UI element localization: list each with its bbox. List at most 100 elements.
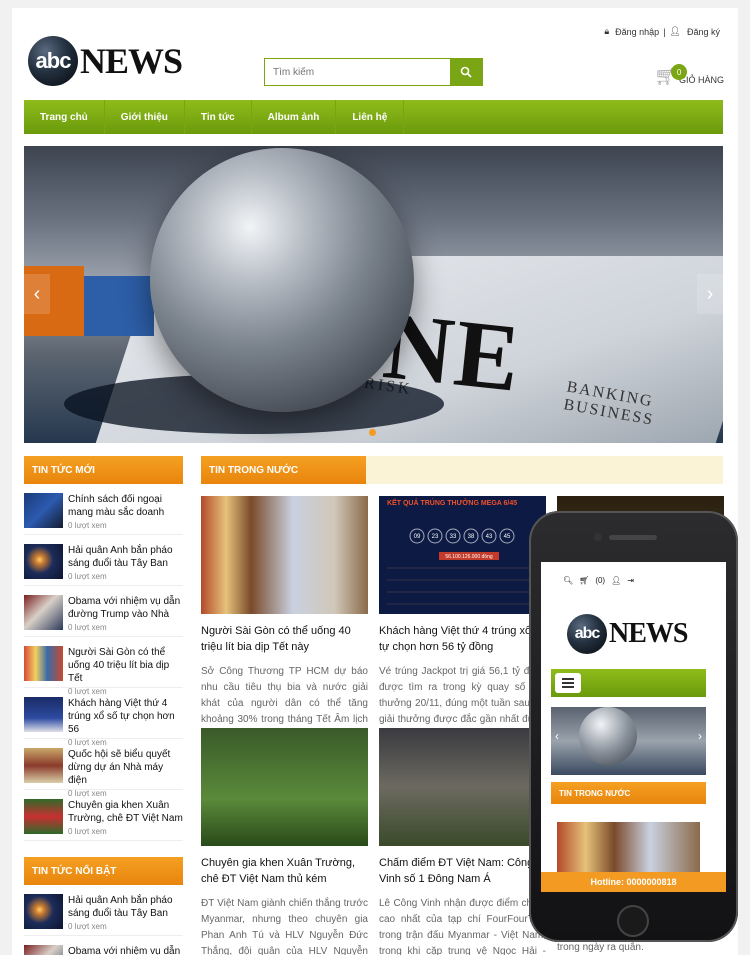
list-item[interactable]: Chuyên gia khen Xuân Trường, chê ĐT Việt…: [24, 799, 183, 841]
news-thumbnail[interactable]: [24, 748, 63, 783]
cart[interactable]: 🛒︎ 0 GIỎ HÀNG: [654, 64, 724, 87]
domestic-news-header-bar: TIN TRONG NƯỚC: [201, 456, 723, 484]
news-card-title[interactable]: Người Sài Gòn có thể uống 40 triệu lít b…: [201, 623, 368, 655]
news-card[interactable]: Chấm điểm ĐT Việt Nam: Công Vinh số 1 Đô…: [379, 728, 546, 955]
news-title[interactable]: Chuyên gia khen Xuân Trường, chê ĐT Việt…: [68, 799, 183, 825]
cart-label: GIỎ HÀNG: [678, 75, 724, 85]
view-count: 0 lượt xem: [68, 789, 107, 798]
slider-prev-button[interactable]: ‹: [24, 274, 50, 314]
user-icon[interactable]: 👤︎: [611, 576, 621, 585]
news-title[interactable]: Hải quân Anh bắn pháo sáng đuổi tàu Tây …: [68, 894, 183, 920]
hamburger-menu-button[interactable]: [555, 673, 581, 693]
news-card[interactable]: Người Sài Gòn có thể uống 40 triệu lít b…: [201, 496, 368, 744]
news-thumbnail[interactable]: [24, 493, 63, 528]
mobile-news-image[interactable]: [557, 822, 700, 872]
list-item[interactable]: Người Sài Gòn có thể uống 40 triệu lít b…: [24, 646, 183, 696]
news-card-title[interactable]: Chấm điểm ĐT Việt Nam: Công Vinh số 1 Đô…: [379, 855, 546, 887]
news-thumbnail[interactable]: [24, 894, 63, 929]
view-count: 0 lượt xem: [68, 922, 107, 931]
view-count: 0 lượt xem: [68, 827, 107, 836]
news-title[interactable]: Người Sài Gòn có thể uống 40 triệu lít b…: [68, 646, 183, 685]
news-title[interactable]: Hải quân Anh bắn pháo sáng đuổi tàu Tây …: [68, 544, 183, 570]
news-card-description: Lê Công Vinh nhận được điểm chấm cao nhấ…: [379, 898, 546, 955]
login-link[interactable]: Đăng nhập: [615, 27, 659, 37]
mobile-nav-bar: [551, 669, 706, 697]
view-count: 0 lượt xem: [68, 572, 107, 581]
add-user-icon: 👤︎: [669, 26, 681, 36]
list-item[interactable]: Obama với nhiệm vụ dẫn đường Trump vào N…: [24, 595, 183, 637]
news-title[interactable]: Quốc hội sẽ biểu quyết dừng dự án Nhà má…: [68, 748, 183, 787]
nav-item-news[interactable]: Tin tức: [185, 100, 252, 134]
site-logo[interactable]: abc NEWS: [28, 36, 183, 86]
news-title[interactable]: Khách hàng Việt thứ 4 trúng xổ số tự chọ…: [68, 697, 183, 736]
nav-item-about[interactable]: Giới thiệu: [105, 100, 185, 134]
search-icon: [460, 66, 472, 78]
logo-ball: abc: [28, 36, 78, 86]
list-item[interactable]: Chính sách đối ngoại mang màu sắc doanh 0…: [24, 493, 183, 535]
view-count: 0 lượt xem: [68, 623, 107, 632]
paper-blue-block: [84, 276, 154, 336]
list-item[interactable]: Hải quân Anh bắn pháo sáng đuổi tàu Tây …: [24, 894, 183, 936]
list-item[interactable]: Quốc hội sẽ biểu quyết dừng dự án Nhà má…: [24, 748, 183, 798]
news-thumbnail[interactable]: [24, 945, 63, 955]
news-title[interactable]: Obama với nhiệm vụ dẫn đường Trump vào N…: [68, 595, 183, 621]
view-count: 0 lượt xem: [68, 521, 107, 530]
search-box: [264, 58, 483, 86]
nav-item-album[interactable]: Album ảnh: [252, 100, 337, 134]
main-nav: Trang chủ Giới thiệu Tin tức Album ảnh L…: [24, 100, 723, 134]
phone-screen: 🔍︎ 🛒︎ (0) 👤︎ ⇥ abc NEWS ‹ › TIN TRONG NƯ…: [541, 562, 726, 892]
search-icon[interactable]: 🔍︎: [563, 576, 573, 585]
logo-word: NEWS: [80, 41, 183, 81]
cart-icon[interactable]: 🛒︎: [579, 576, 589, 585]
news-thumbnail[interactable]: [24, 544, 63, 579]
phone-home-button: [617, 905, 649, 937]
news-title[interactable]: Obama với nhiệm vụ dẫn: [68, 945, 180, 955]
mobile-cart-count: (0): [595, 576, 606, 585]
list-item[interactable]: Hải quân Anh bắn pháo sáng đuổi tàu Tây …: [24, 544, 183, 586]
hotline-bar[interactable]: Hotline: 0000000818: [541, 872, 726, 892]
view-count: 0 lượt xem: [68, 687, 107, 696]
glass-globe-image: [579, 707, 637, 765]
news-thumbnail[interactable]: [24, 799, 63, 834]
slider-next-button[interactable]: ›: [697, 274, 723, 314]
news-thumbnail[interactable]: [24, 646, 63, 681]
news-card-image[interactable]: [201, 496, 368, 614]
slider-prev-button[interactable]: ‹: [555, 729, 559, 743]
news-card-description: trong ngày ra quân.: [557, 942, 644, 953]
latest-news-heading: TIN TỨC MỚI: [24, 456, 183, 484]
news-card[interactable]: Chuyên gia khen Xuân Trường, chê ĐT Việt…: [201, 728, 368, 955]
news-title[interactable]: Chính sách đối ngoại mang màu sắc doanh: [68, 493, 183, 519]
news-card-title[interactable]: Chuyên gia khen Xuân Trường, chê ĐT Việt…: [201, 855, 368, 887]
register-link[interactable]: Đăng ký: [687, 27, 720, 37]
mobile-logo[interactable]: abc NEWS: [567, 614, 688, 654]
news-card-snippet: trong ngày ra quân.: [557, 940, 724, 955]
lotto-heading: KẾT QUẢ TRÚNG THƯỞNG MEGA 6/45: [387, 497, 517, 507]
mobile-toolbar: 🔍︎ 🛒︎ (0) 👤︎ ⇥: [563, 576, 634, 585]
list-item[interactable]: Khách hàng Việt thứ 4 trúng xổ số tự chọ…: [24, 697, 183, 747]
lotto-number: 33: [450, 534, 457, 540]
glass-globe-image: [150, 148, 414, 412]
slider-next-button[interactable]: ›: [698, 729, 702, 743]
nav-item-contact[interactable]: Liên hệ: [336, 100, 405, 134]
lottery-result-graphic: KẾT QUẢ TRÚNG THƯỞNG MEGA 6/45 09 23 33 …: [387, 497, 539, 605]
list-item[interactable]: Obama với nhiệm vụ dẫn: [24, 945, 183, 955]
search-input[interactable]: [265, 59, 450, 85]
slider-dot-indicator[interactable]: [369, 429, 376, 436]
lotto-number: 23: [432, 534, 439, 540]
search-button[interactable]: [450, 59, 482, 85]
phone-speaker: [609, 535, 657, 540]
mobile-hero-slider: ‹ ›: [551, 707, 706, 775]
news-thumbnail[interactable]: [24, 697, 63, 732]
nav-item-home[interactable]: Trang chủ: [24, 100, 105, 134]
left-sidebar: TIN TỨC MỚI Chính sách đối ngoại mang mà…: [24, 456, 183, 955]
news-card-title[interactable]: Khách hàng Việt thứ 4 trúng xổ số tự chọ…: [379, 623, 546, 655]
login-icon[interactable]: ⇥: [627, 576, 634, 585]
logo-ball: abc: [567, 614, 607, 654]
separator: |: [663, 26, 666, 37]
news-card-image[interactable]: [201, 728, 368, 846]
domestic-news-heading: TIN TRONG NƯỚC: [201, 456, 366, 484]
news-thumbnail[interactable]: [24, 595, 63, 630]
news-card[interactable]: KẾT QUẢ TRÚNG THƯỞNG MEGA 6/45 09 23 33 …: [379, 496, 546, 744]
news-card-image[interactable]: [379, 728, 546, 846]
news-card-image[interactable]: KẾT QUẢ TRÚNG THƯỞNG MEGA 6/45 09 23 33 …: [379, 496, 546, 614]
